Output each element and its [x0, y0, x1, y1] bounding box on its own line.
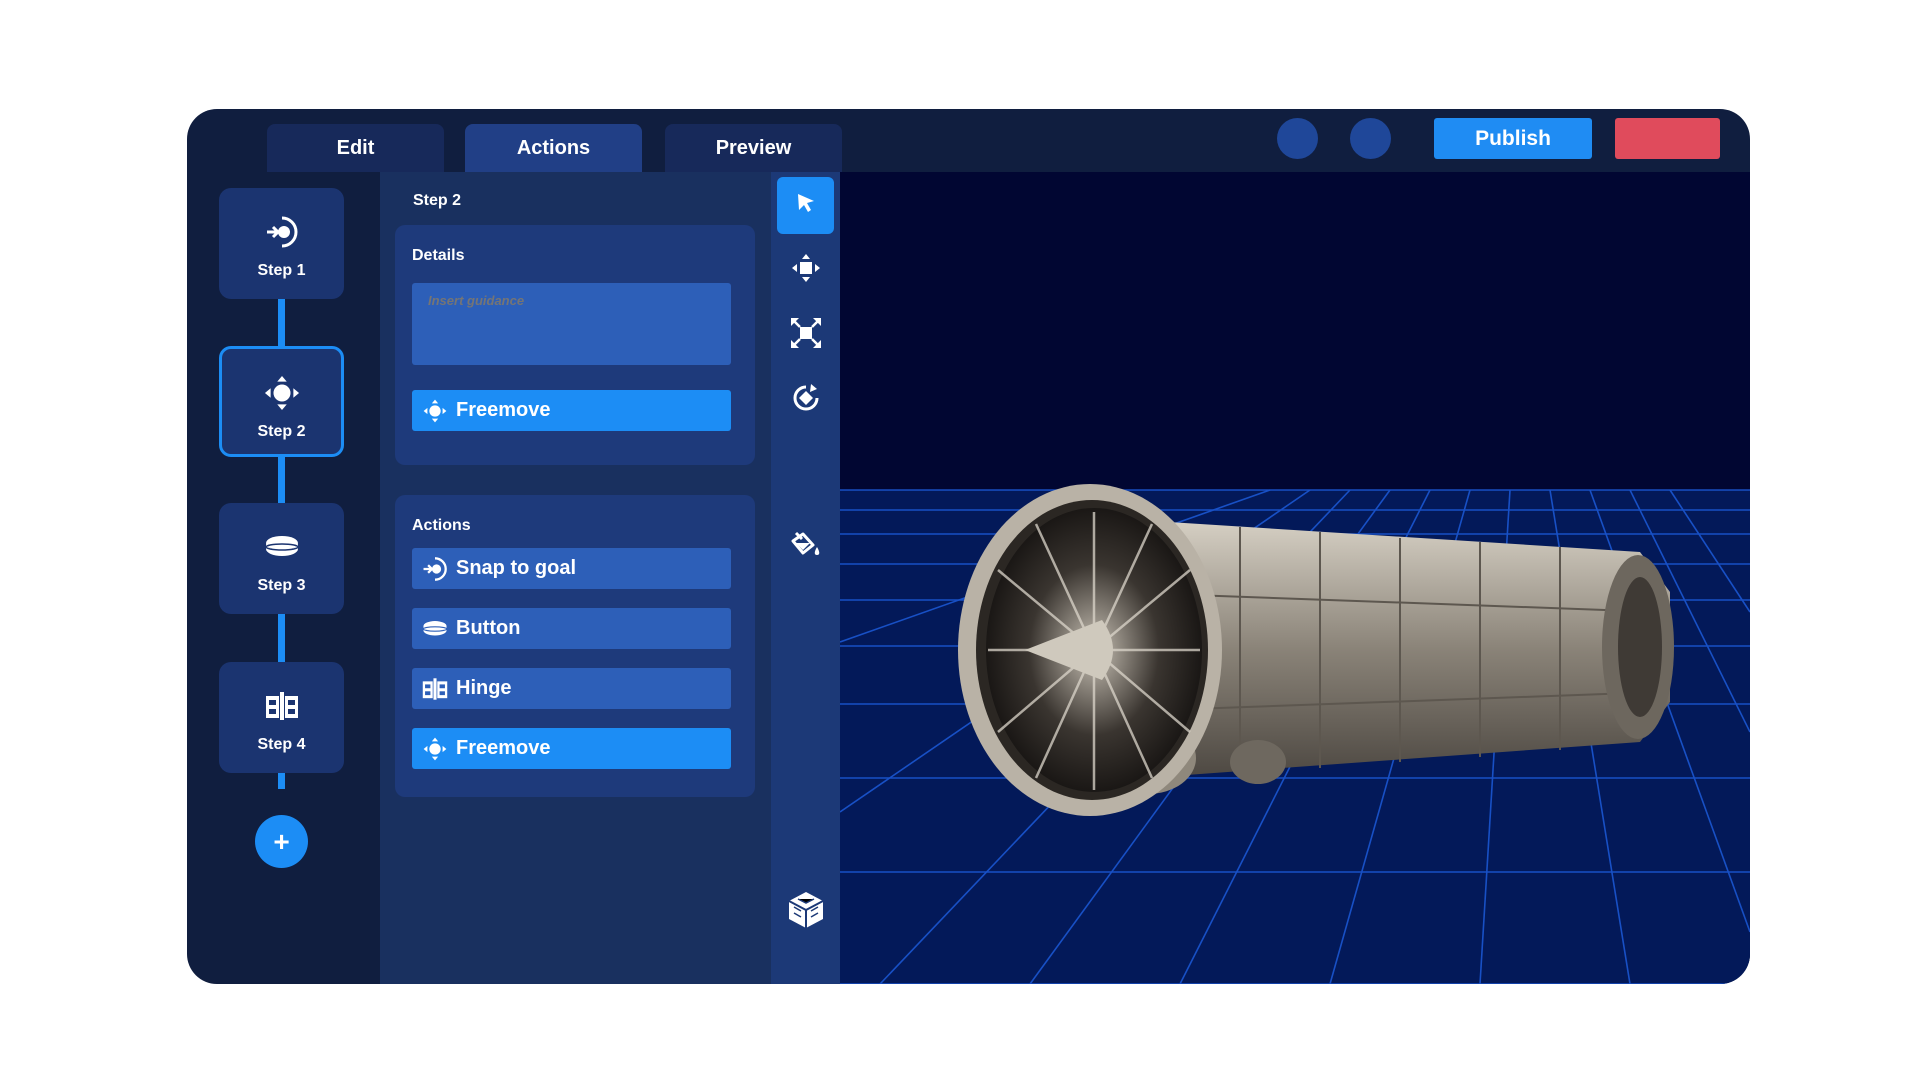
snap-icon	[264, 214, 300, 250]
action-label: Snap to goal	[456, 557, 576, 579]
rotate-tool-button[interactable]	[777, 372, 834, 429]
hinge-icon	[264, 688, 300, 724]
move-tool-button[interactable]	[777, 242, 834, 299]
step-label: Step 1	[257, 262, 306, 279]
guidance-input[interactable]	[412, 283, 731, 365]
freemove-label: Freemove	[456, 399, 551, 421]
button-icon	[264, 529, 300, 565]
add-step-button[interactable]: +	[255, 815, 308, 868]
select-tool-button[interactable]	[777, 177, 834, 234]
step-item-4[interactable]: Step 4	[219, 662, 344, 773]
tab-preview[interactable]: Preview	[665, 124, 842, 172]
user-avatar-2[interactable]	[1350, 118, 1391, 159]
close-button[interactable]	[1615, 118, 1720, 159]
paint-icon	[790, 531, 822, 564]
step-label: Step 3	[257, 577, 306, 594]
freemove-icon	[264, 375, 300, 411]
hinge-icon	[422, 676, 448, 702]
button-icon	[422, 616, 448, 642]
tab-edit[interactable]: Edit	[267, 124, 444, 172]
user-avatar-1[interactable]	[1277, 118, 1318, 159]
rotate-icon	[791, 383, 821, 418]
freemove-button[interactable]: Freemove	[412, 390, 731, 431]
scale-tool-button[interactable]	[777, 307, 834, 364]
cube-icon	[786, 890, 826, 935]
action-hinge[interactable]: Hinge	[412, 668, 731, 709]
action-snap-to-goal[interactable]: Snap to goal	[412, 548, 731, 589]
viewport-grid	[840, 484, 1750, 984]
action-freemove[interactable]: Freemove	[412, 728, 731, 769]
action-button[interactable]: Button	[412, 608, 731, 649]
actions-card: Actions Snap to goal Button Hinge Freemo…	[395, 495, 755, 797]
3d-viewport[interactable]	[840, 172, 1750, 984]
snap-icon	[422, 556, 448, 582]
step-item-2[interactable]: Step 2	[219, 346, 344, 457]
action-label: Button	[456, 617, 521, 639]
scale-icon	[789, 316, 823, 355]
publish-button[interactable]: Publish	[1434, 118, 1592, 159]
step-properties-panel: Step 2 Details Freemove Actions Snap to …	[380, 172, 771, 984]
tool-column	[771, 172, 840, 984]
step-item-1[interactable]: Step 1	[219, 188, 344, 299]
view-cube-button[interactable]	[777, 884, 834, 941]
freemove-icon	[422, 398, 448, 424]
step-label: Step 4	[257, 736, 306, 753]
freemove-icon	[422, 736, 448, 762]
paint-tool-button[interactable]	[777, 519, 834, 576]
step-item-3[interactable]: Step 3	[219, 503, 344, 614]
action-label: Freemove	[456, 737, 551, 759]
step-label: Step 2	[257, 423, 306, 440]
details-title: Details	[412, 247, 465, 264]
details-card: Details Freemove	[395, 225, 755, 465]
action-label: Hinge	[456, 677, 512, 699]
app-window: Edit Actions Preview Publish Step 1 Step…	[187, 109, 1750, 984]
panel-title: Step 2	[413, 192, 462, 209]
actions-title: Actions	[412, 517, 471, 534]
tab-actions[interactable]: Actions	[465, 124, 642, 172]
move-icon	[791, 253, 821, 288]
cursor-icon	[795, 192, 817, 219]
